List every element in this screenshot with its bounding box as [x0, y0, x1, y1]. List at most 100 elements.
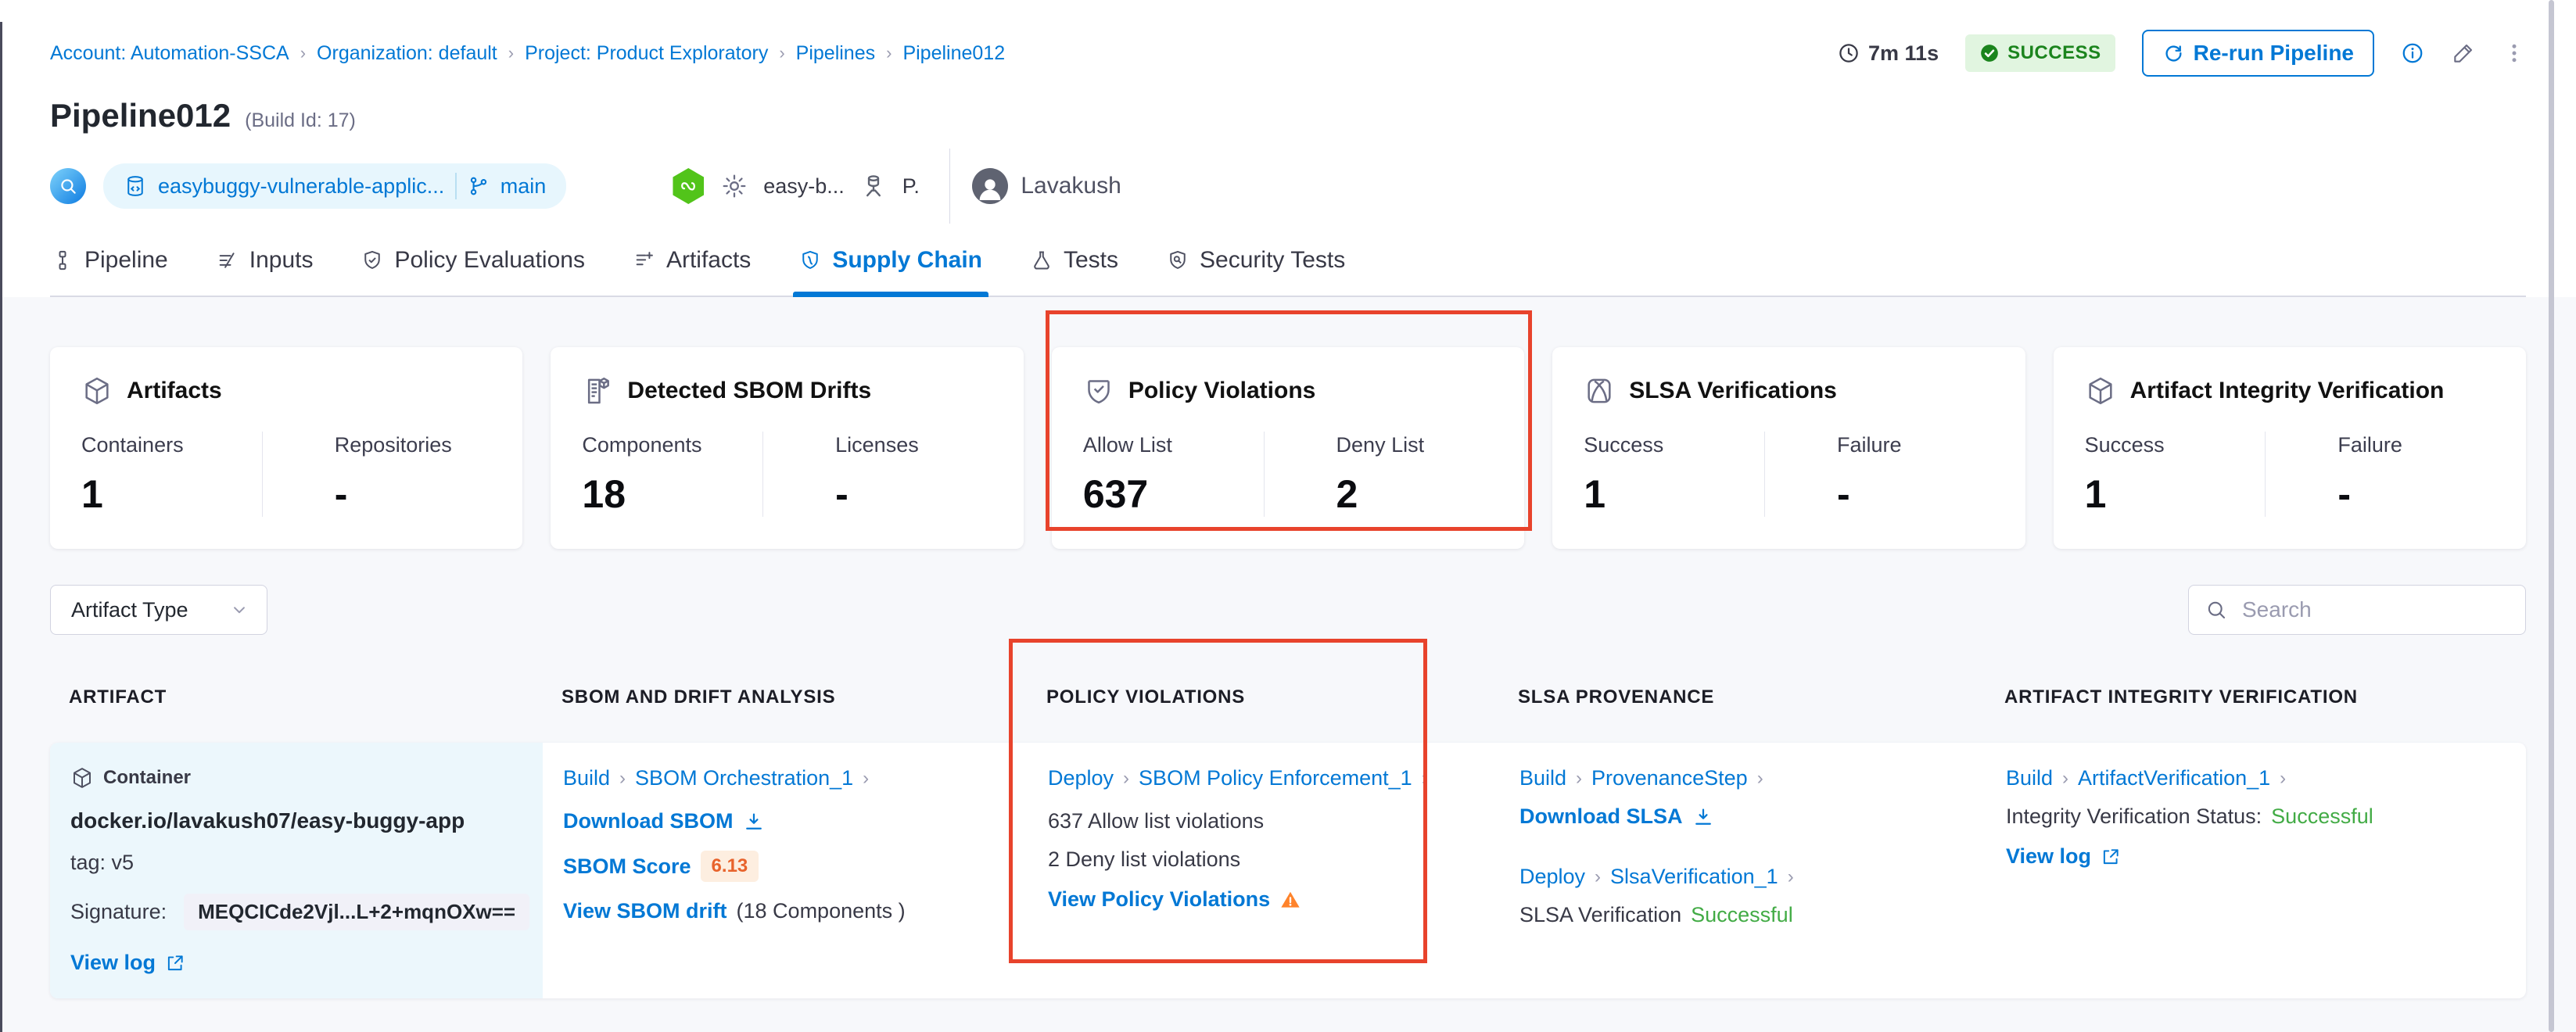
header: Account: Automation-SSCA › Organization:…: [0, 0, 2576, 297]
breadcrumb-project[interactable]: Project: Product Exploratory: [525, 42, 768, 65]
supply-chain-shield-icon: [799, 249, 821, 271]
info-icon[interactable]: [2401, 41, 2424, 65]
breadcrumb-account[interactable]: Account: Automation-SSCA: [50, 42, 289, 65]
tab-policy-evaluations[interactable]: Policy Evaluations: [360, 241, 586, 296]
column-header-policy-violations: POLICY VIOLATIONS: [1028, 686, 1499, 708]
sbom-stage-link[interactable]: Build: [563, 766, 610, 790]
external-link-icon: [165, 953, 185, 973]
artifact-type-select[interactable]: Artifact Type: [50, 585, 267, 635]
tab-inputs[interactable]: Inputs: [215, 241, 315, 296]
clock-icon: [1837, 41, 1860, 65]
breadcrumb-separator: ›: [886, 43, 892, 63]
integrity-build-stage-link[interactable]: Build: [2006, 766, 2053, 790]
breadcrumb-separator: ›: [300, 43, 306, 63]
artifacts-table: ARTIFACT SBOM AND DRIFT ANALYSIS POLICY …: [50, 686, 2526, 998]
tab-label: Tests: [1064, 247, 1118, 274]
artifact-type-label: Artifact Type: [71, 598, 188, 622]
breadcrumb-organization[interactable]: Organization: default: [317, 42, 497, 65]
slsa-icon: [1584, 375, 1615, 407]
crumb-separator: ›: [1576, 768, 1582, 790]
deny-list-violations: 2 Deny list violations: [1048, 847, 1479, 872]
allow-list-violations: 637 Allow list violations: [1048, 809, 1479, 833]
pipeline-icon: [52, 249, 74, 271]
card-title: Artifacts: [127, 378, 222, 404]
download-slsa-link[interactable]: Download SLSA: [1519, 804, 1683, 829]
card-artifacts: Artifacts Containers 1 Repositories -: [50, 347, 522, 549]
view-log-link[interactable]: View log: [2006, 844, 2091, 869]
slsa-build-stage-link[interactable]: Build: [1519, 766, 1566, 790]
refresh-icon: [2162, 42, 2184, 64]
column-header-integrity: ARTIFACT INTEGRITY VERIFICATION: [1986, 686, 2526, 708]
breadcrumb-pipelines[interactable]: Pipelines: [796, 42, 875, 65]
chevron-down-icon: [229, 600, 249, 620]
crumb-separator: ›: [619, 768, 626, 790]
view-log-link[interactable]: View log: [70, 951, 156, 975]
tab-label: Supply Chain: [832, 247, 982, 274]
execution-tabs: Pipeline Inputs Policy Evaluations Artif…: [50, 241, 2526, 297]
repository-icon: [124, 174, 147, 198]
summary-cards: Artifacts Containers 1 Repositories -: [50, 347, 2526, 549]
user-avatar: [972, 168, 1008, 204]
metric-label: Deny List: [1336, 433, 1494, 457]
metric-label: Components: [582, 433, 762, 457]
artifact-verification-step-link[interactable]: ArtifactVerification_1: [2078, 766, 2270, 790]
pill-divider: [455, 173, 457, 199]
rerun-pipeline-label: Re-run Pipeline: [2194, 41, 2354, 66]
signature-value[interactable]: MEQCICde2Vjl...L+2+mqnOXw==: [184, 894, 529, 930]
edit-pencil-icon[interactable]: [2451, 41, 2476, 66]
crumb-separator: ›: [1757, 768, 1763, 790]
metric-value: 1: [81, 471, 262, 517]
tab-label: Policy Evaluations: [394, 247, 584, 274]
tab-supply-chain[interactable]: Supply Chain: [798, 241, 984, 296]
card-title: Detected SBOM Drifts: [627, 378, 871, 404]
shield-search-icon: [1167, 249, 1189, 271]
metric-label: Containers: [81, 433, 262, 457]
crumb-separator: ›: [2280, 768, 2286, 790]
tab-security-tests[interactable]: Security Tests: [1165, 241, 1347, 296]
gear-icon: [721, 173, 748, 199]
download-sbom-link[interactable]: Download SBOM: [563, 809, 734, 833]
breadcrumb-current-pipeline[interactable]: Pipeline012: [902, 42, 1005, 65]
trigger-info: easy-b... P.: [671, 168, 920, 204]
rerun-pipeline-button[interactable]: Re-run Pipeline: [2142, 30, 2374, 77]
vertical-scrollbar[interactable]: [2549, 0, 2554, 1032]
trigger-name[interactable]: easy-b...: [763, 174, 845, 199]
search-box: [2188, 585, 2526, 635]
sbom-cell: Build › SBOM Orchestration_1 › Download …: [543, 743, 1028, 998]
card-policy-violations: Policy Violations Allow List 637 Deny Li…: [1052, 347, 1524, 549]
card-title: Artifact Integrity Verification: [2130, 378, 2445, 404]
view-policy-violations-link[interactable]: View Policy Violations: [1048, 887, 1270, 912]
pipeline-execution-page: Account: Automation-SSCA › Organization:…: [0, 0, 2576, 1032]
branch-name: main: [500, 174, 547, 199]
tab-tests[interactable]: Tests: [1029, 241, 1120, 296]
sbom-score-link[interactable]: SBOM Score: [563, 855, 691, 879]
repo-branch-pill[interactable]: easybuggy-vulnerable-applic... main: [103, 163, 566, 209]
download-icon: [743, 811, 765, 833]
more-options-kebab-icon[interactable]: [2502, 41, 2526, 65]
status-text: SUCCESS: [2007, 42, 2101, 64]
tab-artifacts[interactable]: Artifacts: [632, 241, 752, 296]
slsa-deploy-stage-link[interactable]: Deploy: [1519, 865, 1585, 889]
sbom-step-link[interactable]: SBOM Orchestration_1: [635, 766, 853, 790]
integrity-status-value: Successful: [2271, 804, 2373, 829]
metric-label: Allow List: [1083, 433, 1264, 457]
supply-chain-content: Artifacts Containers 1 Repositories -: [0, 347, 2576, 998]
slsa-verification-step-link[interactable]: SlsaVerification_1: [1610, 865, 1778, 889]
policy-step-link[interactable]: SBOM Policy Enforcement_1: [1139, 766, 1412, 790]
duration-text: 7m 11s: [1868, 41, 1939, 66]
provenance-step-link[interactable]: ProvenanceStep: [1591, 766, 1748, 790]
metric-label: Licenses: [835, 433, 992, 457]
artifacts-list-icon: [633, 249, 655, 271]
trigger-webhook-icon: [671, 168, 705, 204]
trigger-short[interactable]: P.: [902, 174, 920, 199]
metric-label: Failure: [1837, 433, 1994, 457]
tab-pipeline[interactable]: Pipeline: [50, 241, 170, 296]
check-circle-icon: [1979, 43, 2000, 63]
metric-label: Failure: [2337, 433, 2495, 457]
search-input[interactable]: [2241, 597, 2510, 623]
policy-stage-link[interactable]: Deploy: [1048, 766, 1114, 790]
sbom-document-icon: [582, 375, 613, 407]
search-icon: [2205, 598, 2228, 622]
view-sbom-drift-link[interactable]: View SBOM drift: [563, 899, 727, 923]
artifact-image-name: docker.io/lavakush07/easy-buggy-app: [70, 808, 522, 833]
